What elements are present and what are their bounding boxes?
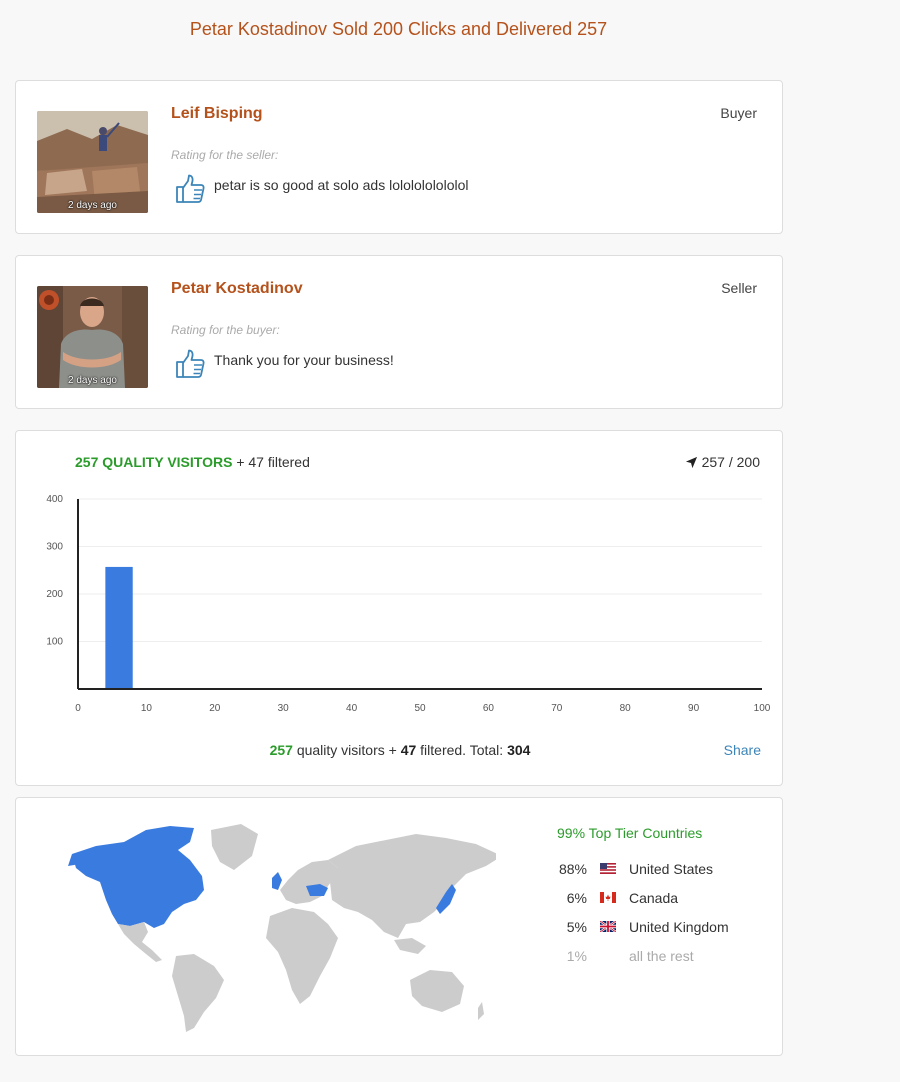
y-tick-label: 400 (46, 494, 63, 505)
avatar-photo-seller (37, 286, 148, 388)
x-tick-label: 100 (754, 703, 771, 714)
page-title: Petar Kostadinov Sold 200 Clicks and Del… (189, 19, 608, 39)
y-tick-label: 200 (46, 589, 63, 600)
review-card-seller: 2 days ago Petar Kostadinov Seller Ratin… (15, 255, 783, 409)
y-tick-label: 300 (46, 542, 63, 553)
x-tick-label: 80 (620, 703, 632, 714)
country-pct: 88% (558, 861, 587, 877)
geo-card: 99% Top Tier Countries 88% United States… (15, 797, 783, 1056)
country-pct: 1% (566, 948, 587, 964)
map-asia (328, 834, 496, 938)
x-tick-label: 60 (483, 703, 495, 714)
x-tick-label: 0 (75, 703, 81, 714)
thumbs-up-icon (176, 174, 205, 203)
map-new-zealand (478, 1002, 484, 1020)
country-name: United States (629, 861, 714, 877)
summary-quality-text: quality visitors + (296, 742, 397, 758)
x-tick-label: 30 (278, 703, 290, 714)
visitors-summary: 257 quality visitors + 47 filtered. Tota… (16, 742, 784, 758)
avatar[interactable]: 2 days ago (37, 111, 148, 213)
rating-label: Rating for the buyer: (171, 323, 280, 337)
x-tick-label: 40 (346, 703, 358, 714)
us-flag-icon (600, 863, 616, 874)
review-time: 2 days ago (68, 375, 117, 386)
y-tick-label: 100 (46, 637, 63, 648)
country-name: United Kingdom (629, 919, 729, 935)
map-uk (272, 872, 282, 890)
reviewer-role: Buyer (720, 105, 757, 121)
summary-filtered-text: filtered. Total: (420, 742, 504, 758)
summary-filtered-count: 47 (400, 742, 417, 758)
thumbs-up-icon (176, 349, 205, 378)
top-tier-label: 99% Top Tier Countries (557, 825, 703, 841)
reviewer-name[interactable]: Leif Bisping (171, 105, 263, 123)
reviewer-role: Seller (721, 280, 757, 296)
review-text: Thank you for your business! (214, 352, 394, 368)
uk-flag-icon (600, 921, 616, 932)
review-card-buyer: 2 days ago Leif Bisping Buyer Rating for… (15, 80, 783, 234)
map-central-america (118, 922, 162, 962)
country-pct: 5% (566, 919, 587, 935)
avatar[interactable]: 2 days ago (37, 286, 148, 388)
x-tick-label: 10 (141, 703, 153, 714)
share-link[interactable]: Share (724, 742, 761, 758)
visitors-bar-chart: 100 200 300 400 0 10 20 30 40 50 60 70 80 90 100 (46, 494, 771, 714)
bar (105, 566, 133, 689)
map-north-america (72, 826, 204, 928)
map-greenland (211, 824, 258, 870)
rating-label: Rating for the seller: (171, 148, 279, 162)
map-australia (410, 970, 464, 1012)
x-tick-label: 20 (209, 703, 221, 714)
review-time: 2 days ago (68, 200, 117, 211)
country-name: all the rest (629, 948, 694, 964)
x-tick-label: 50 (414, 703, 426, 714)
map-south-america (172, 954, 224, 1032)
world-map (68, 824, 496, 1032)
map-europe (280, 860, 338, 904)
summary-quality-count: 257 (269, 742, 293, 758)
map-se-asia (394, 938, 426, 954)
x-tick-label: 90 (688, 703, 700, 714)
review-text: petar is so good at solo ads lololololol… (214, 177, 469, 193)
ca-flag-icon (600, 892, 616, 903)
map-africa (266, 908, 338, 1004)
avatar-photo-canyon (37, 111, 148, 213)
country-name: Canada (629, 890, 679, 906)
visitors-card: 257 QUALITY VISITORS + 47 filtered 257 /… (15, 430, 783, 786)
summary-total: 304 (507, 742, 531, 758)
x-tick-label: 70 (551, 703, 563, 714)
reviewer-name[interactable]: Petar Kostadinov (171, 280, 303, 298)
country-pct: 6% (566, 890, 587, 906)
